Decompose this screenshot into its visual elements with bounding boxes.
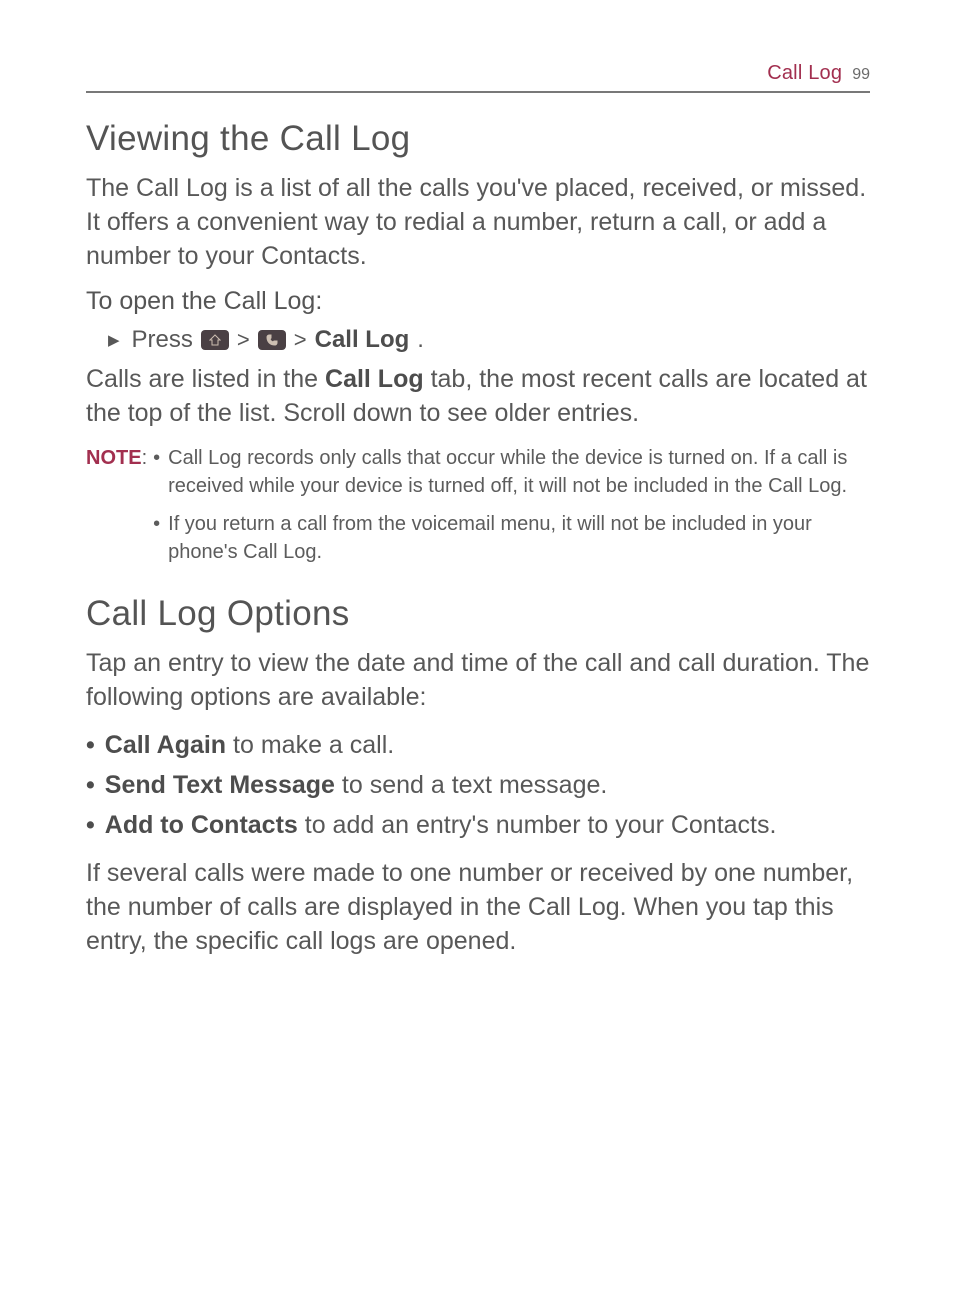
bullet-icon: • xyxy=(153,510,160,566)
note-text: If you return a call from the voicemail … xyxy=(168,510,870,566)
triangle-bullet-icon: ▶ xyxy=(108,331,120,349)
breadcrumb-gt-1: > xyxy=(237,327,250,353)
note-label-wrap: NOTE: xyxy=(86,444,147,576)
bullet-icon: • xyxy=(153,444,160,500)
header-page-number: 99 xyxy=(852,66,870,84)
bullet-icon: • xyxy=(86,808,95,842)
note-item: • Call Log records only calls that occur… xyxy=(153,444,870,500)
option-bold: Call Again xyxy=(105,731,226,759)
note-colon: : xyxy=(142,447,148,469)
listed-b: Call Log xyxy=(325,365,424,393)
note-block: NOTE: • Call Log records only calls that… xyxy=(86,444,870,576)
breadcrumb-gt-2: > xyxy=(294,327,307,353)
step-target: Call Log xyxy=(315,326,410,354)
option-bold: Add to Contacts xyxy=(105,811,298,839)
header-section: Call Log xyxy=(767,62,842,85)
step-period: . xyxy=(417,326,424,354)
bullet-icon: • xyxy=(86,768,95,802)
bullet-icon: • xyxy=(86,728,95,762)
heading-viewing: Viewing the Call Log xyxy=(86,119,870,159)
option-text: Call Again to make a call. xyxy=(105,728,394,762)
intro-paragraph: The Call Log is a list of all the calls … xyxy=(86,171,870,273)
sub-open-call-log: To open the Call Log: xyxy=(86,287,870,316)
home-key-icon xyxy=(201,330,229,350)
option-text: Add to Contacts to add an entry's number… xyxy=(105,808,777,842)
options-intro: Tap an entry to view the date and time o… xyxy=(86,646,870,714)
note-item: • If you return a call from the voicemai… xyxy=(153,510,870,566)
option-rest: to make a call. xyxy=(226,731,394,759)
page-header: Call Log 99 xyxy=(86,62,870,93)
option-item: • Send Text Message to send a text messa… xyxy=(86,768,870,802)
option-bold: Send Text Message xyxy=(105,771,335,799)
manual-page: Call Log 99 Viewing the Call Log The Cal… xyxy=(0,0,954,1291)
options-list: • Call Again to make a call. • Send Text… xyxy=(86,728,870,842)
phone-app-icon xyxy=(258,330,286,350)
option-item: • Call Again to make a call. xyxy=(86,728,870,762)
option-rest: to add an entry's number to your Contact… xyxy=(298,811,777,839)
step-press-label: Press xyxy=(132,326,193,354)
note-label: NOTE xyxy=(86,447,142,469)
option-text: Send Text Message to send a text message… xyxy=(105,768,608,802)
option-rest: to send a text message. xyxy=(335,771,607,799)
listed-a: Calls are listed in the xyxy=(86,365,325,393)
step-press: ▶ Press > > Call Log. xyxy=(108,326,870,354)
listed-paragraph: Calls are listed in the Call Log tab, th… xyxy=(86,362,870,430)
note-bullets: • Call Log records only calls that occur… xyxy=(153,444,870,576)
heading-options: Call Log Options xyxy=(86,594,870,634)
option-item: • Add to Contacts to add an entry's numb… xyxy=(86,808,870,842)
note-text: Call Log records only calls that occur w… xyxy=(168,444,870,500)
tail-paragraph: If several calls were made to one number… xyxy=(86,856,870,958)
